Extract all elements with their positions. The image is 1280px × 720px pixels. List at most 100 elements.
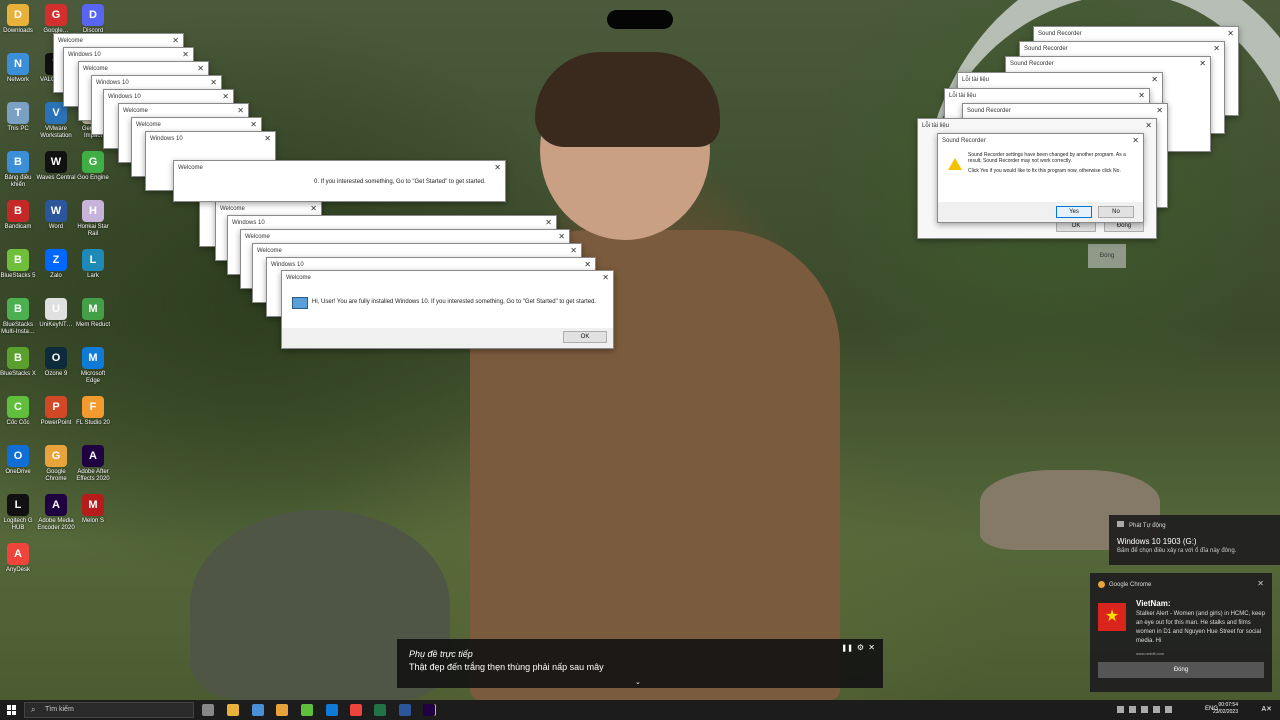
bluestacks-icon: B: [7, 249, 29, 271]
chevron-down-icon[interactable]: ⌄: [635, 678, 641, 686]
close-icon[interactable]: ✕: [602, 271, 609, 285]
word-icon[interactable]: [399, 704, 411, 716]
close-icon[interactable]: ✕: [1132, 134, 1139, 148]
settings-icon[interactable]: ⚙: [857, 643, 864, 652]
ok-button[interactable]: OK: [563, 331, 607, 343]
anydesk-icon[interactable]: [350, 704, 362, 716]
taskbar-search-input[interactable]: ⌕ Tìm kiếm: [24, 702, 194, 718]
bluestacks-x-icon: B: [7, 347, 29, 369]
close-icon[interactable]: ✕: [197, 62, 204, 76]
camera-pill: [607, 10, 673, 29]
excel-icon[interactable]: [374, 704, 386, 716]
lark-icon: L: [82, 249, 104, 271]
dong-button[interactable]: Đóng: [1098, 662, 1264, 678]
yes-button[interactable]: Yes: [1056, 206, 1092, 218]
dialog-title: Sound Recorder: [1010, 61, 1054, 67]
memreduct-icon: M: [82, 298, 104, 320]
desktop-icon[interactable]: N Network: [0, 53, 38, 84]
desktop-icon[interactable]: M Mem Reduct: [73, 298, 113, 329]
close-icon[interactable]: ✕: [182, 48, 189, 62]
clock[interactable]: 00:07:54 23/02/2023: [1213, 702, 1238, 716]
desktop-icon[interactable]: O OneDrive: [0, 445, 38, 476]
desktop-icon[interactable]: A Adobe After Effects 2020: [73, 445, 113, 483]
close-icon[interactable]: ✕: [172, 34, 179, 48]
desktop-icon[interactable]: B BlueStacks 5: [0, 249, 38, 280]
desktop-icon[interactable]: H Honkai Star Rail: [73, 200, 113, 238]
caption-title: Phụ đề trực tiếp: [409, 649, 473, 659]
desktop-icon[interactable]: A Adobe Media Encoder 2020: [36, 494, 76, 532]
close-icon[interactable]: ✕: [250, 118, 257, 132]
desktop-icon[interactable]: B BlueStacks Multi-Insta…: [0, 298, 38, 336]
close-icon[interactable]: ✕: [222, 90, 229, 104]
close-icon[interactable]: ✕: [494, 161, 501, 175]
desktop-icon[interactable]: L Logitech G HUB: [0, 494, 38, 532]
sound-recorder-dialog[interactable]: Sound Recorder ✕ Sound Recorder settings …: [937, 133, 1144, 223]
desktop-icon[interactable]: U UniKeyNT…: [36, 298, 76, 329]
close-icon[interactable]: ✕: [237, 104, 244, 118]
windows-start-icon[interactable]: [7, 705, 17, 715]
desktop-icon[interactable]: Z Zalo: [36, 249, 76, 280]
pause-icon[interactable]: ❚❚: [841, 644, 853, 652]
toast-app-name: Phát Tự động: [1129, 523, 1166, 529]
autoplay-toast[interactable]: Phát Tự động Windows 10 1903 (G:) Bấm để…: [1109, 515, 1280, 565]
welcome-dialog[interactable]: Welcome ✕ Hi, User! You are fully install…: [281, 270, 614, 349]
desktop-icon[interactable]: B BlueStacks X: [0, 347, 38, 378]
close-icon[interactable]: ✕: [1257, 579, 1264, 588]
chrome-toast[interactable]: Google Chrome ✕ ★ VietNam: Stalker Alert…: [1090, 573, 1272, 692]
desktop-icon[interactable]: F FL Studio 20: [73, 396, 113, 427]
warning-icon: [948, 158, 962, 170]
desktop-icon[interactable]: V VMware Workstation: [36, 102, 76, 140]
close-icon[interactable]: ✕: [210, 76, 217, 90]
desktop-icon[interactable]: B Bandicam: [0, 200, 38, 231]
desktop-icon[interactable]: P PowerPoint: [36, 396, 76, 427]
desktop-icon-label: BlueStacks X: [0, 371, 36, 377]
desktop-icon[interactable]: O Ozone 9: [36, 347, 76, 378]
close-icon[interactable]: ✕: [1151, 73, 1158, 87]
close-icon[interactable]: ✕: [1227, 27, 1234, 41]
desktop-icon[interactable]: W Waves Central: [36, 151, 76, 182]
mediaencoder-icon: A: [45, 494, 67, 516]
close-icon[interactable]: ✕: [545, 216, 552, 230]
desktop-icon[interactable]: T This PC: [0, 102, 38, 133]
file-explorer-icon[interactable]: [227, 704, 239, 716]
welcome-dialog-partial[interactable]: Welcome ✕ 0. If you interested something,…: [173, 160, 506, 202]
desktop-icon[interactable]: G Google…: [36, 4, 76, 35]
dialog-title: Sound Recorder: [1024, 46, 1068, 52]
chrome-icon[interactable]: [276, 704, 288, 716]
desktop-icon[interactable]: M Melon S: [73, 494, 113, 525]
close-icon[interactable]: ✕: [1156, 104, 1163, 118]
desktop-icon[interactable]: A AnyDesk: [0, 543, 38, 574]
coccoc-icon[interactable]: [301, 704, 313, 716]
close-icon[interactable]: ✕: [1199, 57, 1206, 71]
desktop-icon[interactable]: C Cốc Cốc: [0, 396, 38, 427]
desktop-icon[interactable]: M Microsoft Edge: [73, 347, 113, 385]
close-icon[interactable]: ✕: [558, 230, 565, 244]
folder-icon: D: [7, 4, 29, 26]
aftereffects-icon[interactable]: [423, 704, 435, 716]
vietnam-flag-icon: ★: [1098, 603, 1126, 631]
desktop-icon[interactable]: G Goo Engine: [73, 151, 113, 182]
close-icon[interactable]: ✕: [264, 132, 271, 146]
desktop-icon-label: PowerPoint: [40, 420, 72, 426]
task-view-icon[interactable]: [202, 704, 214, 716]
notification-icon[interactable]: A✕: [1261, 705, 1272, 713]
close-icon[interactable]: ✕: [1138, 89, 1145, 103]
dialog-title: Lỗi tài liệu: [962, 77, 990, 83]
store-icon[interactable]: [252, 704, 264, 716]
close-icon[interactable]: ✕: [570, 244, 577, 258]
desktop-icon[interactable]: D Downloads: [0, 4, 38, 35]
desktop-icon[interactable]: W Word: [36, 200, 76, 231]
close-icon[interactable]: ✕: [1213, 42, 1220, 56]
edge-icon[interactable]: [326, 704, 338, 716]
desktop-icon[interactable]: B Bảng điều khiển: [0, 151, 38, 189]
close-icon[interactable]: ✕: [310, 202, 317, 216]
ghost-dong-button[interactable]: Đóng: [1088, 244, 1126, 268]
desktop-icon[interactable]: L Lark: [73, 249, 113, 280]
no-button[interactable]: No: [1098, 206, 1134, 218]
close-icon[interactable]: ✕: [1145, 119, 1152, 133]
live-caption-box[interactable]: Phụ đề trực tiếp Thật đẹp đến trắng thẹn…: [397, 639, 883, 688]
desktop-icon[interactable]: D Discord: [73, 4, 113, 35]
desktop-icon[interactable]: G Google Chrome: [36, 445, 76, 483]
desktop-icon-label: Adobe After Effects 2020: [76, 469, 110, 482]
close-icon[interactable]: ✕: [868, 643, 875, 652]
